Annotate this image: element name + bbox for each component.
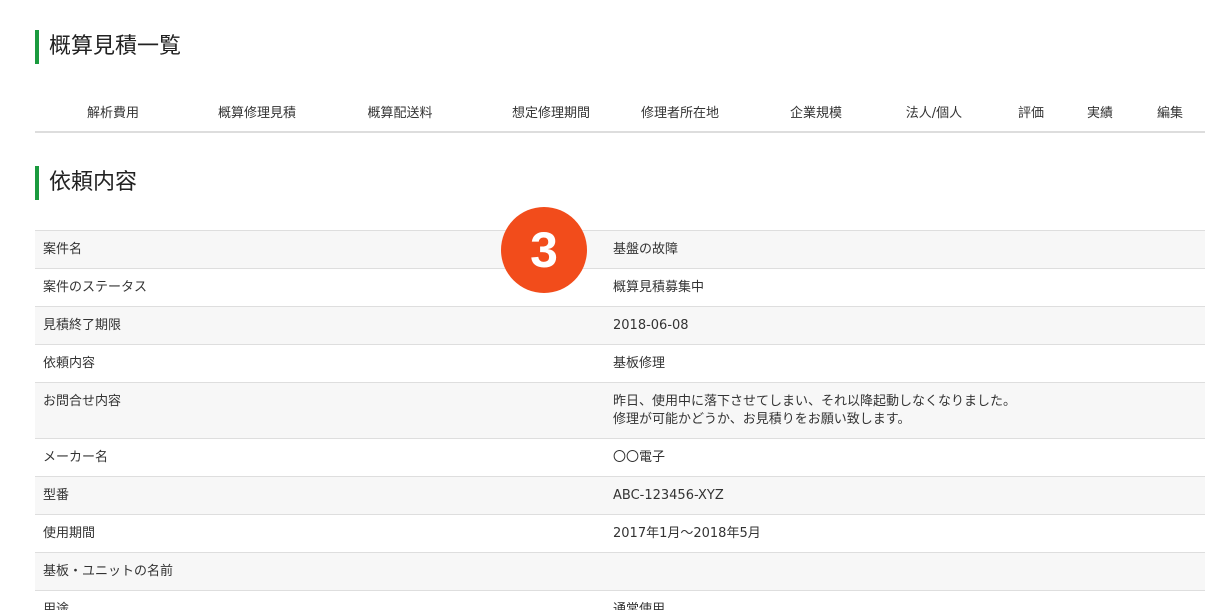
row-request-type: 依頼内容 基板修理 — [35, 345, 1205, 383]
inquiry-line-1: 昨日、使用中に落下させてしまい、それ以降起動しなくなりました。 — [613, 394, 1017, 409]
row-value: 2018-06-08 — [613, 318, 689, 333]
request-detail-table: 案件名 基盤の故障 案件のステータス 概算見積募集中 見積終了期限 2018-0… — [35, 230, 1205, 610]
column-rating[interactable]: 評価 — [1018, 105, 1044, 123]
column-corporate-individual[interactable]: 法人/個人 — [906, 105, 962, 123]
row-label: 案件名 — [43, 242, 83, 257]
column-repair-period[interactable]: 想定修理期間 — [512, 105, 590, 123]
column-estimated-shipping[interactable]: 概算配送料 — [367, 105, 432, 123]
row-value: 〇〇電子 — [613, 450, 666, 465]
column-track-record[interactable]: 実績 — [1087, 105, 1113, 123]
column-company-size[interactable]: 企業規模 — [790, 105, 842, 123]
row-label: 型番 — [43, 488, 70, 503]
row-value: ABC-123456-XYZ — [613, 488, 724, 503]
row-label: 用途 — [43, 602, 70, 610]
column-estimated-repair-cost[interactable]: 概算修理見積 — [218, 105, 296, 123]
row-board-unit-name: 基板・ユニットの名前 — [35, 553, 1205, 591]
row-manufacturer: メーカー名 〇〇電子 — [35, 439, 1205, 477]
row-value: 概算見積募集中 — [613, 280, 705, 295]
row-project-status: 案件のステータス 概算見積募集中 — [35, 269, 1205, 307]
row-estimate-deadline: 見積終了期限 2018-06-08 — [35, 307, 1205, 345]
step-number-badge: 3 — [501, 207, 587, 293]
row-purpose: 用途 通常使用 — [35, 591, 1205, 610]
row-value: 2017年1月〜2018年5月 — [613, 526, 761, 541]
page: 概算見積一覧 解析費用 概算修理見積 概算配送料 想定修理期間 修理者所在地 企… — [0, 0, 1230, 610]
row-value: 昨日、使用中に落下させてしまい、それ以降起動しなくなりました。 修理が可能かどう… — [613, 393, 1205, 429]
row-value — [613, 563, 1205, 581]
column-analysis-fee[interactable]: 解析費用 — [87, 105, 139, 123]
row-label: 使用期間 — [43, 526, 96, 541]
row-value: 基板修理 — [613, 356, 666, 371]
request-section-title: 依頼内容 — [35, 166, 137, 200]
row-value: 基盤の故障 — [613, 242, 679, 257]
row-label: お問合せ内容 — [43, 394, 122, 409]
inquiry-line-2: 修理が可能かどうか、お見積りをお願い致します。 — [613, 412, 911, 427]
column-edit[interactable]: 編集 — [1157, 105, 1183, 123]
row-label: 見積終了期限 — [43, 318, 122, 333]
column-repairer-location[interactable]: 修理者所在地 — [641, 105, 719, 123]
row-inquiry-content: お問合せ内容 昨日、使用中に落下させてしまい、それ以降起動しなくなりました。 修… — [35, 383, 1205, 439]
row-project-name: 案件名 基盤の故障 — [35, 231, 1205, 269]
row-label: 案件のステータス — [43, 280, 148, 295]
row-label: 依頼内容 — [43, 356, 96, 371]
row-model-number: 型番 ABC-123456-XYZ — [35, 477, 1205, 515]
row-usage-period: 使用期間 2017年1月〜2018年5月 — [35, 515, 1205, 553]
row-value: 通常使用 — [613, 602, 666, 610]
estimates-section-title: 概算見積一覧 — [35, 30, 181, 64]
row-label: 基板・ユニットの名前 — [43, 564, 174, 579]
row-label: メーカー名 — [43, 450, 109, 465]
estimates-table-header: 解析費用 概算修理見積 概算配送料 想定修理期間 修理者所在地 企業規模 法人/… — [35, 101, 1205, 133]
